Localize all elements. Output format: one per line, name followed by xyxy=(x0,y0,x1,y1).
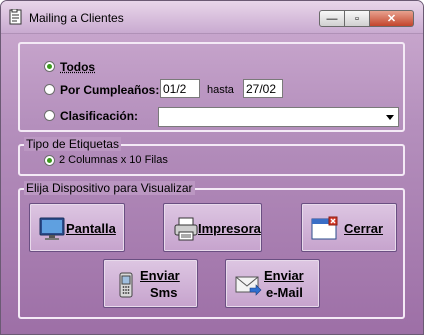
hasta-label: hasta xyxy=(207,84,234,96)
cerrar-button[interactable]: Cerrar xyxy=(301,203,397,252)
close-button[interactable]: ✕ xyxy=(370,10,414,27)
cumple-from-input[interactable] xyxy=(160,79,200,98)
etiqueta-option-label[interactable]: 2 Columnas x 10 Filas xyxy=(59,154,168,166)
pantalla-label: Pantalla xyxy=(66,221,116,236)
close-icon: ✕ xyxy=(386,13,397,25)
maximize-icon: ▫ xyxy=(355,12,359,25)
close-window-icon xyxy=(311,216,338,240)
radio-todos[interactable] xyxy=(44,61,55,72)
radio-clasificacion[interactable] xyxy=(44,110,55,121)
printer-icon xyxy=(174,217,198,241)
mailing-window: Mailing a Clientes — ▫ ✕ Todos Por Cumpl… xyxy=(0,0,424,335)
enviar-email-button[interactable]: Enviar e-Mail xyxy=(225,259,320,308)
todos-label[interactable]: Todos xyxy=(60,60,95,74)
cumple-to-input[interactable] xyxy=(243,79,283,98)
impresora-button[interactable]: Impresora xyxy=(163,203,262,252)
sms-label-line2: Sms xyxy=(150,285,178,300)
dispositivo-title: Elija Dispositivo para Visualizar xyxy=(24,181,195,195)
cerrar-label: Cerrar xyxy=(344,221,384,236)
pantalla-button[interactable]: Pantalla xyxy=(29,203,125,252)
email-label-line2: e-Mail xyxy=(266,285,303,300)
radio-cumpleanos[interactable] xyxy=(44,84,55,95)
monitor-icon xyxy=(39,217,65,240)
impresora-label: Impresora xyxy=(198,221,261,236)
document-icon xyxy=(9,9,22,25)
minimize-button[interactable]: — xyxy=(319,10,345,27)
cumpleanos-label[interactable]: Por Cumpleaños: xyxy=(60,83,159,97)
envelope-icon xyxy=(235,276,262,296)
phone-icon xyxy=(119,272,133,298)
title-bar[interactable]: Mailing a Clientes — ▫ ✕ xyxy=(1,1,423,34)
clasificacion-select[interactable] xyxy=(158,107,399,127)
sms-label-line1: Enviar xyxy=(140,268,180,283)
minimize-icon: — xyxy=(326,12,338,25)
tipo-etiquetas-title: Tipo de Etiquetas xyxy=(24,137,121,151)
radio-2col10fil[interactable] xyxy=(44,155,55,166)
clasificacion-label[interactable]: Clasificación: xyxy=(60,109,138,123)
enviar-sms-button[interactable]: Enviar Sms xyxy=(103,259,198,308)
maximize-button[interactable]: ▫ xyxy=(345,10,370,27)
chevron-down-icon xyxy=(386,115,394,120)
window-title: Mailing a Clientes xyxy=(29,11,124,25)
email-label-line1: Enviar xyxy=(264,268,304,283)
